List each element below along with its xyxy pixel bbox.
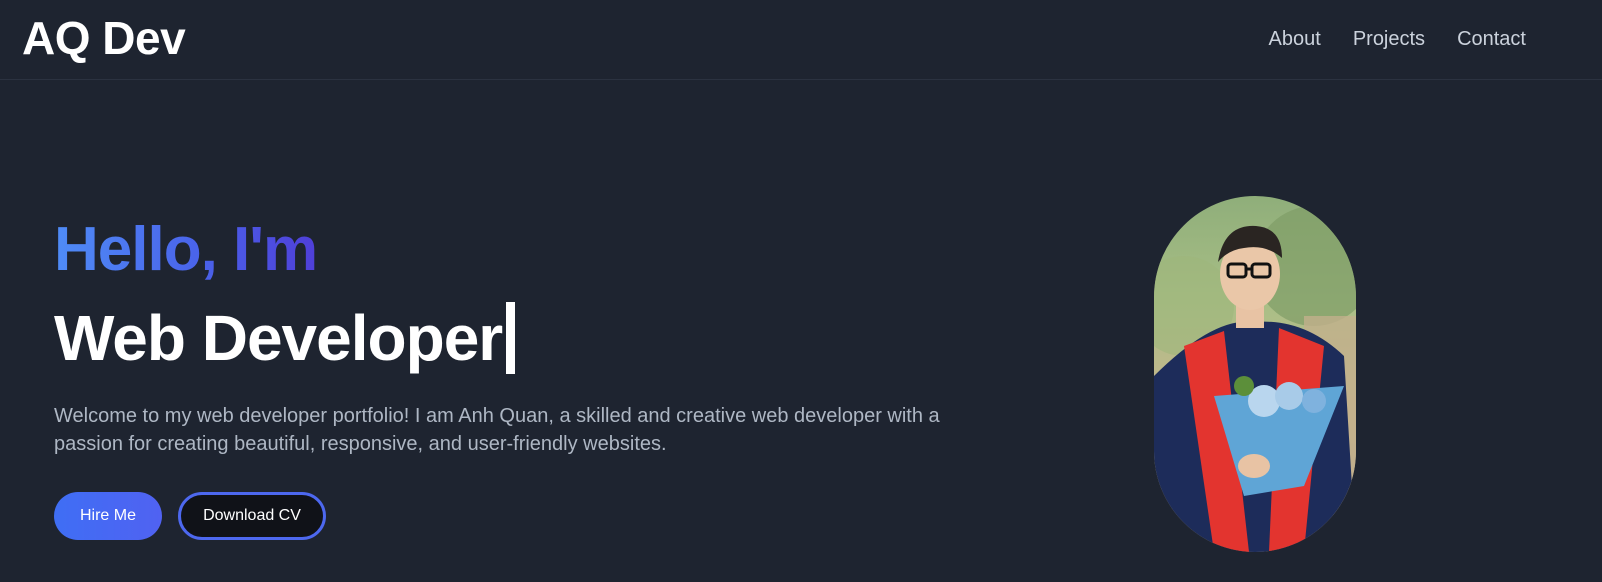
- nav-link-projects[interactable]: Projects: [1353, 24, 1425, 54]
- hero-role: Web Developer: [54, 302, 503, 374]
- nav-links: About Projects Contact: [1269, 24, 1526, 54]
- site-logo[interactable]: AQ Dev: [22, 12, 186, 64]
- hero-role-line: Web Developer: [54, 298, 1034, 378]
- typing-cursor: [506, 302, 516, 374]
- hero-intro: Welcome to my web developer portfolio! I…: [54, 405, 940, 455]
- nav-link-contact[interactable]: Contact: [1457, 24, 1526, 54]
- nav-link-about[interactable]: About: [1269, 24, 1321, 54]
- download-cv-button[interactable]: Download CV: [178, 492, 326, 540]
- hero-greeting: Hello, I'm: [54, 212, 318, 288]
- hero-buttons: Hire Me Download CV: [54, 492, 1034, 540]
- hero-section: Hello, I'm Web Developer Welcome to my w…: [54, 212, 1034, 540]
- profile-photo-illustration: [1154, 206, 1356, 552]
- navbar: AQ Dev About Projects Contact: [0, 0, 1602, 80]
- profile-photo: [1154, 196, 1356, 552]
- hire-me-button[interactable]: Hire Me: [54, 492, 162, 540]
